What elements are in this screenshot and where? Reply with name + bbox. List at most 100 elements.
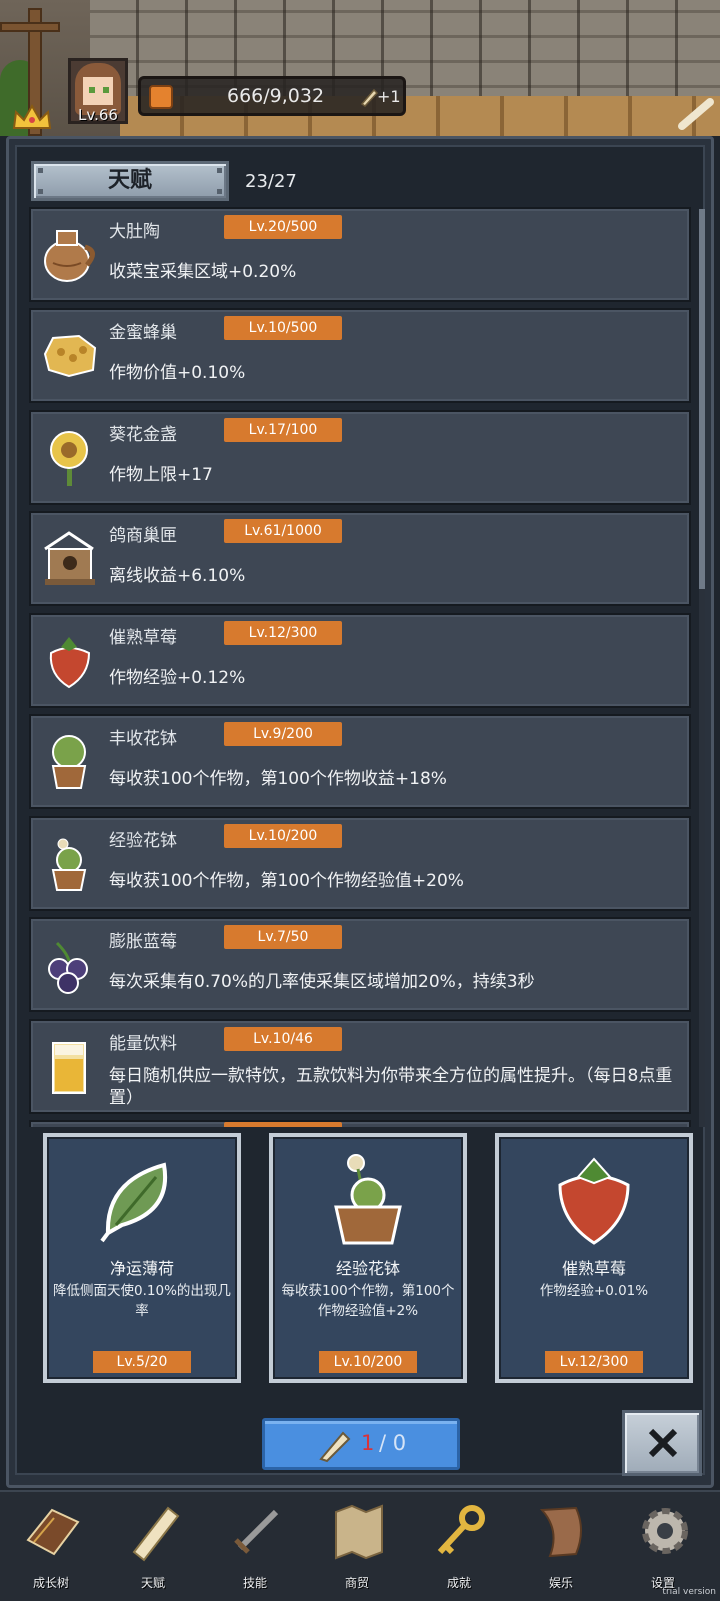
- mint-leaf-icon: [100, 1162, 168, 1243]
- talent-level-badge: Lv.7/50: [224, 925, 342, 949]
- talent-level-badge: Lv.20/500: [224, 215, 342, 239]
- talent-name: 大肚陶: [109, 222, 160, 242]
- scroll-count-rest: / 0: [379, 1431, 407, 1455]
- talent-description: 每次采集有0.70%的几率使采集区域增加20%，持续3秒: [109, 972, 535, 992]
- talent-item[interactable]: 大肚陶 Lv.20/500 收菜宝采集区域+0.20%: [29, 207, 691, 302]
- trial-version-watermark: trial version: [662, 1587, 716, 1597]
- scroll-count-current: 1: [361, 1431, 375, 1455]
- talent-item[interactable]: 能量饮料 Lv.10/46 每日随机供应一款特饮，五款饮料为你带来全方位的属性提…: [29, 1019, 691, 1114]
- talent-item[interactable]: 鸽商巢匣 Lv.61/1000 离线收益+6.10%: [29, 511, 691, 606]
- wooden-beam: [0, 22, 60, 32]
- talent-level-badge: Lv.12/300: [224, 621, 342, 645]
- talent-name: 丰收花钵: [109, 729, 177, 749]
- scrollbar-thumb[interactable]: [699, 209, 705, 589]
- close-icon: [648, 1428, 678, 1458]
- talent-item[interactable]: 膨胀蓝莓 Lv.7/50 每次采集有0.70%的几率使采集区域增加20%，持续3…: [29, 917, 691, 1012]
- talent-count: 23/27: [245, 171, 297, 192]
- talent-name: 葵花金盏: [109, 425, 177, 445]
- talent-level-badge: Lv.10/200: [224, 824, 342, 848]
- card-level-badge: Lv.5/20: [93, 1351, 191, 1373]
- nav-item-growth-tree[interactable]: 成长树: [0, 1492, 102, 1601]
- gear-icon: [642, 1508, 688, 1554]
- talent-name: 能量饮料: [109, 1034, 177, 1054]
- nav-label: 娱乐: [548, 1576, 573, 1590]
- nav-label: 天赋: [140, 1576, 165, 1590]
- talent-item[interactable]: 催熟草莓 Lv.12/300 作物经验+0.12%: [29, 613, 691, 708]
- card-description: 每收获100个作物，第100个作物经验值+2%: [281, 1283, 455, 1319]
- farm-scene-background: Lv.66 666/9,032 +1: [0, 0, 720, 136]
- nav-label: 成就: [446, 1576, 471, 1590]
- card-title: 催熟草莓: [561, 1259, 626, 1278]
- nav-item-settings[interactable]: 设置: [612, 1492, 714, 1601]
- book-icon: [26, 1508, 80, 1556]
- experience-bar: 666/9,032 +1: [138, 76, 406, 116]
- talent-panel-inner: 天赋 23/27 大肚陶 Lv.20/500 收菜宝采集区域+0.20% 金蜜蜂…: [15, 145, 705, 1475]
- strawberry-icon: [558, 1157, 630, 1245]
- birdhouse-icon: [44, 531, 95, 585]
- clay-pot-icon: [44, 230, 95, 282]
- talent-item[interactable]: 经验花钵 Lv.10/200 每收获100个作物，第100个作物经验值+20%: [29, 816, 691, 911]
- parchment-icon: [539, 1506, 582, 1558]
- player-level: Lv.66: [78, 106, 118, 124]
- nav-item-skills[interactable]: 技能: [204, 1492, 306, 1601]
- exp-value: 666/9,032: [227, 85, 325, 107]
- talent-name: 经验花钵: [109, 831, 177, 851]
- close-button[interactable]: [622, 1410, 702, 1476]
- talent-description: 每收获100个作物，第100个作物收益+18%: [109, 769, 447, 789]
- talent-list[interactable]: 大肚陶 Lv.20/500 收菜宝采集区域+0.20% 金蜜蜂巢 Lv.10/5…: [29, 207, 709, 1127]
- talent-description: 每日随机供应一款特饮，五款饮料为你带来全方位的属性提升。（每日8点重置）: [109, 1066, 673, 1108]
- card-title: 经验花钵: [335, 1259, 400, 1278]
- selected-card[interactable]: 经验花钵 每收获100个作物，第100个作物经验值+2% Lv.10/200: [269, 1133, 467, 1383]
- talent-item[interactable]: 丰收花钵 Lv.9/200 每收获100个作物，第100个作物收益+18%: [29, 714, 691, 809]
- blueberry-icon: [48, 941, 88, 994]
- nav-item-talent[interactable]: 天赋: [102, 1492, 204, 1601]
- crown-icon: [12, 104, 52, 129]
- scroll-icon: [132, 1506, 180, 1562]
- nav-item-achievements[interactable]: 成就: [408, 1492, 510, 1601]
- card-level-badge: Lv.10/200: [319, 1351, 417, 1373]
- talent-item-partial[interactable]: [29, 1120, 691, 1127]
- strawberry-icon: [49, 637, 91, 689]
- tab-talent[interactable]: 天赋: [31, 161, 229, 201]
- talent-description: 收菜宝采集区域+0.20%: [109, 262, 297, 282]
- selected-talent-cards: 净运薄荷 降低侧面天使0.10%的出现几率 Lv.5/20 经验花钵 每收获10…: [29, 1133, 709, 1385]
- tab-talent-label: 天赋: [107, 168, 152, 193]
- energy-drink-icon: [52, 1042, 86, 1094]
- scroll-icon: [319, 1431, 351, 1463]
- talent-panel: 天赋 23/27 大肚陶 Lv.20/500 收菜宝采集区域+0.20% 金蜜蜂…: [6, 136, 714, 1488]
- use-scroll-button[interactable]: 1 / 0: [262, 1418, 460, 1470]
- talent-description: 每收获100个作物，第100个作物经验值+20%: [109, 871, 464, 891]
- talent-description: 作物价值+0.10%: [109, 363, 246, 383]
- card-level-badge: Lv.12/300: [545, 1351, 643, 1373]
- exp-bonus: +1: [377, 87, 401, 106]
- nav-item-entertainment[interactable]: 娱乐: [510, 1492, 612, 1601]
- exp-pot-icon: [334, 1154, 402, 1245]
- key-icon: [437, 1505, 485, 1555]
- nav-item-trade[interactable]: 商贸: [306, 1492, 408, 1601]
- selected-card[interactable]: 净运薄荷 降低侧面天使0.10%的出现几率 Lv.5/20: [43, 1133, 241, 1383]
- card-title: 净运薄荷: [109, 1259, 174, 1278]
- selected-card[interactable]: 催熟草莓 作物经验+0.01% Lv.12/300: [495, 1133, 693, 1383]
- talent-level-badge: Lv.61/1000: [224, 519, 342, 543]
- talent-item[interactable]: 金蜜蜂巢 Lv.10/500 作物价值+0.10%: [29, 308, 691, 403]
- harvest-pot-icon: [51, 735, 87, 789]
- talent-name: 膨胀蓝莓: [109, 932, 177, 952]
- map-icon: [335, 1504, 383, 1560]
- card-description: 作物经验+0.01%: [539, 1283, 649, 1299]
- bone-icon: [678, 98, 714, 130]
- talent-list-scrollbar[interactable]: [699, 209, 705, 1127]
- talent-name: 催熟草莓: [109, 628, 177, 648]
- talent-description: 作物上限+17: [109, 465, 213, 485]
- talent-description: 离线收益+6.10%: [109, 566, 246, 586]
- talent-level-badge: Lv.9/200: [224, 722, 342, 746]
- talent-item[interactable]: 葵花金盏 Lv.17/100 作物上限+17: [29, 410, 691, 505]
- talent-level-badge: Lv.17/100: [224, 418, 342, 442]
- bottom-navigation: 成长树 天赋 技能 商贸 成就 娱乐 设置 trial version: [0, 1490, 720, 1601]
- talent-level-badge: Lv.10/46: [224, 1027, 342, 1051]
- talent-level-badge: Lv.10/500: [224, 316, 342, 340]
- talent-name: 金蜜蜂巢: [109, 323, 177, 343]
- scroll-icon: [360, 88, 379, 107]
- card-description: 降低侧面天使0.10%的出现几率: [53, 1283, 231, 1319]
- talent-name: 鸽商巢匣: [109, 526, 177, 546]
- nav-label: 技能: [242, 1576, 267, 1590]
